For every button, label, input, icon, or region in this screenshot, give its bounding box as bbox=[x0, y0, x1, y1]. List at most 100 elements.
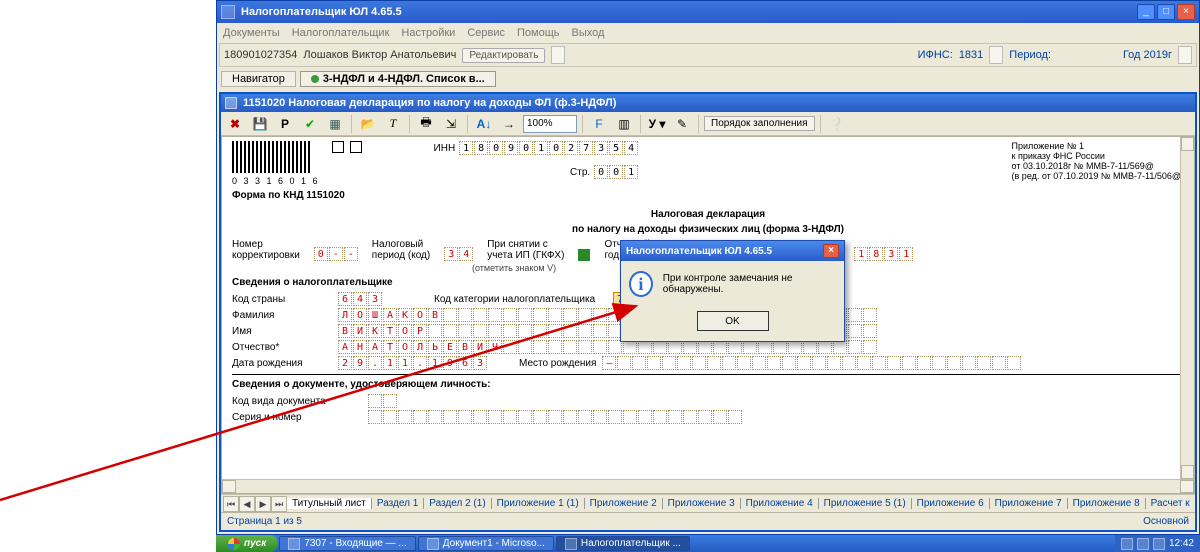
country-cells[interactable]: 643 bbox=[338, 292, 382, 306]
tray-icon[interactable] bbox=[1121, 538, 1133, 550]
page-tab[interactable]: Раздел 1 bbox=[372, 498, 424, 509]
horizontal-scrollbar[interactable] bbox=[222, 479, 1194, 493]
fill-order-button[interactable]: Порядок заполнения bbox=[704, 116, 815, 131]
corr-label: Номер bbox=[232, 239, 300, 250]
pob-cells[interactable]: – bbox=[602, 356, 1021, 370]
appendix-line: от 03.10.2018г № ММВ-7-11/569@ bbox=[1012, 161, 1184, 171]
ifns-label: ИФНС: bbox=[918, 49, 953, 61]
tool-p[interactable]: P bbox=[274, 114, 296, 134]
tool-replace[interactable]: → bbox=[498, 114, 520, 134]
tabs-next[interactable]: ▶ bbox=[255, 496, 271, 512]
vertical-scrollbar[interactable] bbox=[1180, 137, 1194, 479]
minimize-button[interactable]: _ bbox=[1137, 4, 1155, 20]
tool-t[interactable]: T bbox=[382, 114, 404, 134]
tool-check[interactable]: ✔ bbox=[299, 114, 321, 134]
dialog-ok-button[interactable]: OK bbox=[697, 311, 769, 331]
app-icon bbox=[288, 538, 300, 550]
subwindow-title: 1151020 Налоговая декларация по налогу н… bbox=[243, 97, 616, 109]
taxpayer-name: Лошаков Виктор Анатольевич bbox=[303, 49, 456, 61]
edit-taxpayer-button[interactable]: Редактировать bbox=[462, 48, 545, 63]
scroll-left-button[interactable] bbox=[222, 480, 236, 493]
marker-square bbox=[350, 141, 362, 153]
tabs-prev[interactable]: ◀ bbox=[239, 496, 255, 512]
tool-x[interactable]: ✖ bbox=[224, 114, 246, 134]
page-tab[interactable]: Приложение 6 bbox=[912, 498, 990, 509]
document-tab-label: 3-НДФЛ и 4-НДФЛ. Список в... bbox=[323, 73, 485, 85]
tool-grid[interactable]: ▦ bbox=[324, 114, 346, 134]
tool-wand[interactable]: ✎ bbox=[671, 114, 693, 134]
scroll-up-button[interactable] bbox=[1181, 137, 1194, 151]
taskbar-item[interactable]: 7307 - Входящие — ... bbox=[279, 536, 415, 551]
menu-settings[interactable]: Настройки bbox=[401, 27, 455, 39]
page-tab[interactable]: Приложение 2 bbox=[585, 498, 663, 509]
menu-help[interactable]: Помощь bbox=[517, 27, 560, 39]
document-tab[interactable]: 3-НДФЛ и 4-НДФЛ. Список в... bbox=[300, 71, 496, 87]
info-bar: 180901027354 Лошаков Виктор Анатольевич … bbox=[219, 43, 1197, 67]
page-tab[interactable]: Расчет к прил.1 bbox=[1146, 498, 1193, 509]
dialog-title: Налогоплательщик ЮЛ 4.65.5 bbox=[626, 246, 772, 257]
system-tray[interactable]: 12:42 bbox=[1115, 535, 1200, 552]
page-tab[interactable]: Приложение 4 bbox=[741, 498, 819, 509]
infobar-sep[interactable] bbox=[551, 46, 565, 64]
taxperiod-cells[interactable]: 34 bbox=[444, 247, 473, 261]
tool-save[interactable]: 💾 bbox=[249, 114, 271, 134]
docid-cells[interactable] bbox=[368, 394, 397, 408]
tray-icon[interactable] bbox=[1153, 538, 1165, 550]
page-tab[interactable]: Титульный лист bbox=[287, 498, 372, 509]
start-button[interactable]: пуск bbox=[216, 535, 278, 552]
organ-cells[interactable]: 1831 bbox=[854, 247, 913, 261]
form-code: Форма по КНД 1151020 bbox=[232, 190, 638, 201]
page-tab[interactable]: Приложение 3 bbox=[663, 498, 741, 509]
tool-export[interactable]: ⇲ bbox=[440, 114, 462, 134]
page-tab[interactable]: Приложение 1 (1) bbox=[492, 498, 585, 509]
page-num-label: Стр. bbox=[570, 167, 590, 178]
dialog-close-button[interactable]: × bbox=[823, 244, 839, 258]
page-tab[interactable]: Приложение 7 bbox=[990, 498, 1068, 509]
appendix-line: Приложение № 1 bbox=[1012, 141, 1184, 151]
tool-layout[interactable]: ▥ bbox=[613, 114, 635, 134]
ifns-picker[interactable] bbox=[989, 46, 1003, 64]
patronymic-cells[interactable]: АНАТОЛЬЕВИЧ bbox=[338, 340, 877, 354]
taskbar-item-label: Налогоплательщик ... bbox=[581, 538, 681, 549]
navigator-row: Навигатор 3-НДФЛ и 4-НДФЛ. Список в... bbox=[217, 68, 1199, 90]
help-icon[interactable]: ❔ bbox=[826, 114, 848, 134]
tool-print[interactable]: 🖶 bbox=[415, 114, 437, 134]
menu-service[interactable]: Сервис bbox=[467, 27, 505, 39]
year-label: Год 2019г bbox=[1123, 49, 1172, 61]
tool-search[interactable]: A↓ bbox=[473, 114, 495, 134]
app-icon bbox=[427, 538, 439, 550]
subwindow-titlebar: 1151020 Налоговая декларация по налогу н… bbox=[221, 94, 1195, 112]
taskbar-item[interactable]: Налогоплательщик ... bbox=[556, 536, 690, 551]
barcode-number: 0 3 3 1 6 0 1 6 bbox=[232, 176, 320, 186]
period-label: Период: bbox=[1009, 49, 1051, 61]
page-tab[interactable]: Приложение 8 bbox=[1068, 498, 1146, 509]
zoom-combo[interactable] bbox=[523, 115, 577, 133]
menu-documents[interactable]: Документы bbox=[223, 27, 280, 39]
menu-taxpayer[interactable]: Налогоплательщик bbox=[292, 27, 390, 39]
page-tab[interactable]: Раздел 2 (1) bbox=[424, 498, 491, 509]
menu-exit[interactable]: Выход bbox=[572, 27, 605, 39]
declaration-title1: Налоговая декларация bbox=[232, 209, 1184, 220]
tray-icon[interactable] bbox=[1137, 538, 1149, 550]
docid-label: Код вида документа bbox=[232, 396, 362, 407]
tabs-first[interactable]: ⏮ bbox=[223, 496, 239, 512]
year-picker[interactable] bbox=[1178, 46, 1192, 64]
serial-cells[interactable] bbox=[368, 410, 742, 424]
tool-open[interactable]: 📂 bbox=[357, 114, 379, 134]
page-tab[interactable]: Приложение 5 (1) bbox=[819, 498, 912, 509]
scroll-right-button[interactable] bbox=[1180, 480, 1194, 493]
dob-cells[interactable]: 29.11.1963 bbox=[338, 356, 487, 370]
corr-cells[interactable]: 0-- bbox=[314, 247, 358, 261]
serial-label: Серия и номер bbox=[232, 412, 362, 423]
scroll-down-button[interactable] bbox=[1181, 465, 1194, 479]
inn-cells: 180901027354 bbox=[459, 141, 638, 155]
tabs-last[interactable]: ⏭ bbox=[271, 496, 287, 512]
taskbar-item[interactable]: Документ1 - Microso... bbox=[418, 536, 554, 551]
navigator-button[interactable]: Навигатор bbox=[221, 71, 296, 87]
close-button[interactable]: × bbox=[1177, 4, 1195, 20]
document-section-title: Сведения о документе, удостоверяющем лич… bbox=[232, 379, 1184, 390]
maximize-button[interactable]: □ bbox=[1157, 4, 1175, 20]
deregister-checkbox[interactable] bbox=[578, 249, 590, 261]
tool-form[interactable]: F bbox=[588, 114, 610, 134]
tool-u[interactable]: У ▾ bbox=[646, 114, 668, 134]
